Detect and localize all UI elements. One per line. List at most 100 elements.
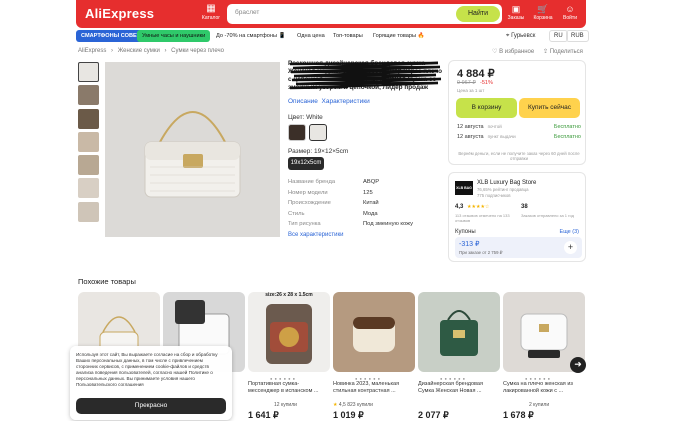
product-image[interactable]	[105, 62, 280, 237]
spec-key: Происхождение	[288, 200, 331, 207]
thumbnail[interactable]	[78, 131, 99, 152]
color-swatch[interactable]	[288, 124, 306, 141]
spec-key: Тип рисунка	[288, 221, 321, 228]
delivery-row: 12 августа пункт выдачи Бесплатно	[457, 134, 581, 140]
all-specs-link[interactable]: Все характеристики	[288, 232, 343, 238]
bag-thumbnail	[353, 317, 395, 352]
color-swatch-selected[interactable]	[309, 124, 327, 141]
product-tabs: Описание Характеристики	[288, 98, 370, 105]
location-pin-icon: ⌖	[506, 33, 510, 39]
tab-specs[interactable]: Характеристики	[322, 98, 370, 105]
card-price: 1 641 ₽	[248, 410, 279, 420]
orders-label: Заказы	[507, 15, 525, 21]
package-icon: ▣	[511, 4, 521, 14]
coupon-desc: При заказе от 2 759 ₽	[459, 250, 503, 255]
thumbnail[interactable]	[78, 155, 99, 176]
nav-chip-smartphones[interactable]: СМАРТФОНЫ СОВЕТ	[76, 30, 146, 42]
refund-note: Вернём деньги, если не получите заказ че…	[458, 151, 580, 162]
spec-row: Тип рисунка Под змеиную кожу	[288, 219, 448, 230]
spec-value: Под змеиную кожу	[363, 221, 414, 228]
search-button[interactable]: Найти	[456, 6, 500, 22]
card-price: 1 019 ₽	[333, 410, 364, 420]
card-sold: 2 купили	[503, 402, 549, 408]
thumbnail[interactable]	[78, 178, 99, 199]
old-price: 9 967 ₽	[457, 80, 476, 86]
card-title[interactable]: Новинка 2023, маленькая стильная контрас…	[333, 381, 415, 395]
thumbnail[interactable]	[78, 201, 99, 222]
store-subscribers: 775 подписчиков	[477, 193, 511, 198]
cookie-accept-button[interactable]: Прекрасно	[76, 398, 226, 414]
spec-row: Название бренда ABQP	[288, 177, 448, 188]
coupon-value: -313 ₽	[459, 241, 480, 248]
next-arrow-icon[interactable]: ➜	[570, 357, 586, 373]
orders-button[interactable]: ▣ Заказы	[505, 3, 527, 21]
plus-icon[interactable]: +	[564, 241, 577, 254]
thumbnail[interactable]	[78, 108, 99, 129]
product-card[interactable]: size:26 x 28 x 1.5cm	[248, 292, 330, 372]
product-card[interactable]	[418, 292, 500, 372]
breadcrumb-category[interactable]: Женские сумки	[118, 48, 160, 54]
nav-chip-watches[interactable]: Умные часы и наушники	[137, 30, 211, 42]
location-selector[interactable]: ⌖ Гурьевск	[506, 31, 535, 42]
coupons-more-link[interactable]: Еще (3)	[560, 229, 579, 235]
delivery-price: Бесплатно	[553, 124, 581, 130]
logo[interactable]: AliExpress	[85, 6, 154, 21]
cart-label: Корзина	[533, 15, 553, 21]
bag-thumbnail	[266, 304, 312, 364]
nav-chip-discount[interactable]: До -70% на смартфоны 📱	[211, 30, 291, 42]
specs-table: Название бренда ABQP Номер модели 125 Прои…	[288, 177, 448, 230]
favorite-button[interactable]: ♡ В избранное	[492, 48, 534, 55]
card-title[interactable]: Портативная сумка-мессенджер в испанском…	[248, 381, 330, 395]
rating-desc: 113 отзывов отмечено на 133 отзывов	[455, 213, 510, 223]
nav-chip-hot[interactable]: Горящие товары 🔥	[368, 30, 430, 42]
store-name[interactable]: XLB Luxury Bag Store	[477, 180, 536, 186]
card-title[interactable]: Сумка на плечо женская из лакированной к…	[503, 381, 585, 395]
buy-box: 4 884 ₽ 9 967 ₽ -51% Цена за 1 шт В корз…	[448, 60, 586, 165]
delivery-price: Бесплатно	[553, 134, 581, 140]
grid-icon: ▦	[206, 3, 216, 14]
store-box: XLB BAG XLB Luxury Bag Store 76,65% рейт…	[448, 172, 586, 262]
cookie-text: Используя этот сайт, Вы выражаете соглас…	[76, 352, 218, 387]
sold-count: 2 купили	[529, 402, 550, 408]
login-button[interactable]: ☺ Войти	[559, 3, 581, 21]
buy-now-button[interactable]: Купить сейчас	[519, 98, 580, 118]
orders-desc: Заказов отправлено за 1 год	[521, 213, 574, 218]
user-icon: ☺	[565, 4, 575, 14]
login-label: Войти	[563, 15, 577, 21]
sold-count: 12 купили	[274, 402, 297, 408]
share-button[interactable]: ⇪ Поделиться	[543, 48, 583, 55]
coupons-label: Купоны	[455, 229, 476, 235]
cart-button[interactable]: 🛒 Корзина	[532, 3, 554, 21]
card-size-label: size:26 x 28 x 1.5cm	[265, 292, 313, 298]
delivery-type: пункт выдачи	[487, 134, 516, 139]
star-icon: ★	[333, 402, 338, 408]
size-option[interactable]: 19x12x5cm	[288, 157, 324, 170]
breadcrumb-subcategory[interactable]: Сумки через плечо	[171, 48, 224, 54]
add-to-cart-button[interactable]: В корзину	[456, 98, 517, 118]
spec-value: Китай	[363, 200, 379, 207]
thumbnail[interactable]	[78, 62, 99, 82]
card-price: 2 077 ₽	[418, 410, 449, 420]
breadcrumb-home[interactable]: AliExpress	[78, 48, 106, 54]
bag-illustration	[105, 62, 280, 237]
nav-chip-one-price[interactable]: Одна цена	[292, 30, 330, 42]
spec-row: Стиль Мода	[288, 209, 448, 220]
favorite-label: В избранное	[499, 49, 535, 55]
thumbnail[interactable]	[78, 85, 99, 106]
delivery-row: 12 августа почтой Бесплатно	[457, 124, 581, 130]
card-rating: ★ 4,5 823 купили	[333, 402, 373, 408]
product-card[interactable]	[333, 292, 415, 372]
language-selector[interactable]: RU	[549, 30, 568, 42]
thumbnail-list	[78, 62, 100, 225]
nav-chip-top[interactable]: Топ-товары	[328, 30, 368, 42]
search-input[interactable]: браслет Найти	[227, 4, 502, 24]
breadcrumb-separator: ›	[111, 48, 114, 54]
discount-badge: -51%	[480, 80, 493, 86]
catalog-button[interactable]: ▦ Каталог	[198, 3, 224, 25]
tab-description[interactable]: Описание	[288, 98, 318, 105]
coupon-card[interactable]: -313 ₽ При заказе от 2 759 ₽ +	[455, 237, 582, 258]
store-logo[interactable]: XLB BAG	[455, 181, 473, 195]
breadcrumb: AliExpress › Женские сумки › Сумки через…	[78, 48, 227, 54]
currency-selector[interactable]: RUB	[566, 30, 589, 42]
card-title[interactable]: Дизайнерская брендовая Сумка Женская Нов…	[418, 381, 500, 395]
